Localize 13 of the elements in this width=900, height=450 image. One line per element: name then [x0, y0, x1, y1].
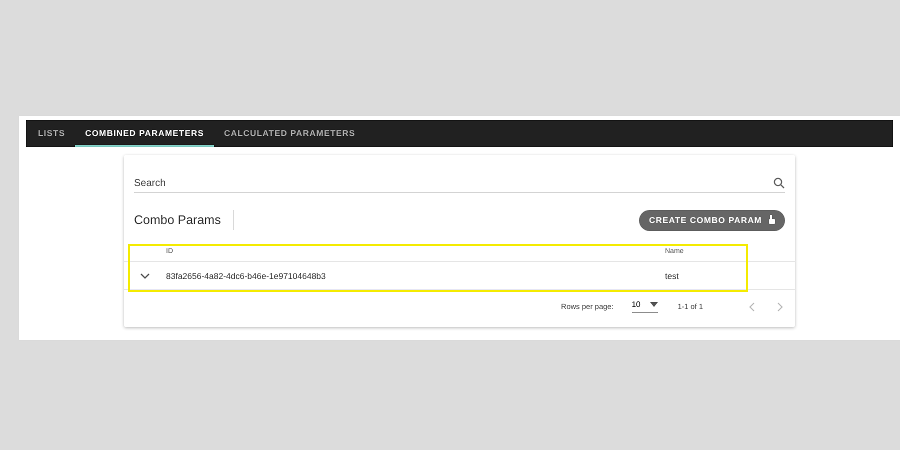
- tab[interactable]: COMBINED PARAMETERS: [75, 120, 214, 147]
- section-title: Combo Params: [134, 213, 221, 227]
- search-field[interactable]: Search: [134, 178, 773, 188]
- tab[interactable]: CALCULATED PARAMETERS: [214, 120, 366, 147]
- create-button[interactable]: CREATE COMBO PARAM: [639, 210, 785, 230]
- table-cell: test: [665, 270, 679, 280]
- dropdown-caret-icon: [650, 302, 658, 307]
- hand-pointer-icon: [768, 215, 776, 225]
- search-icon[interactable]: [773, 177, 785, 189]
- table-cell-text: 83fa2656-4a82-4dc6-b46e-1e97104648b3: [166, 270, 327, 280]
- rows-per-page-select[interactable]: 10: [632, 300, 658, 313]
- tab[interactable]: LISTS: [28, 120, 76, 147]
- expand-chevron-icon[interactable]: [140, 272, 150, 278]
